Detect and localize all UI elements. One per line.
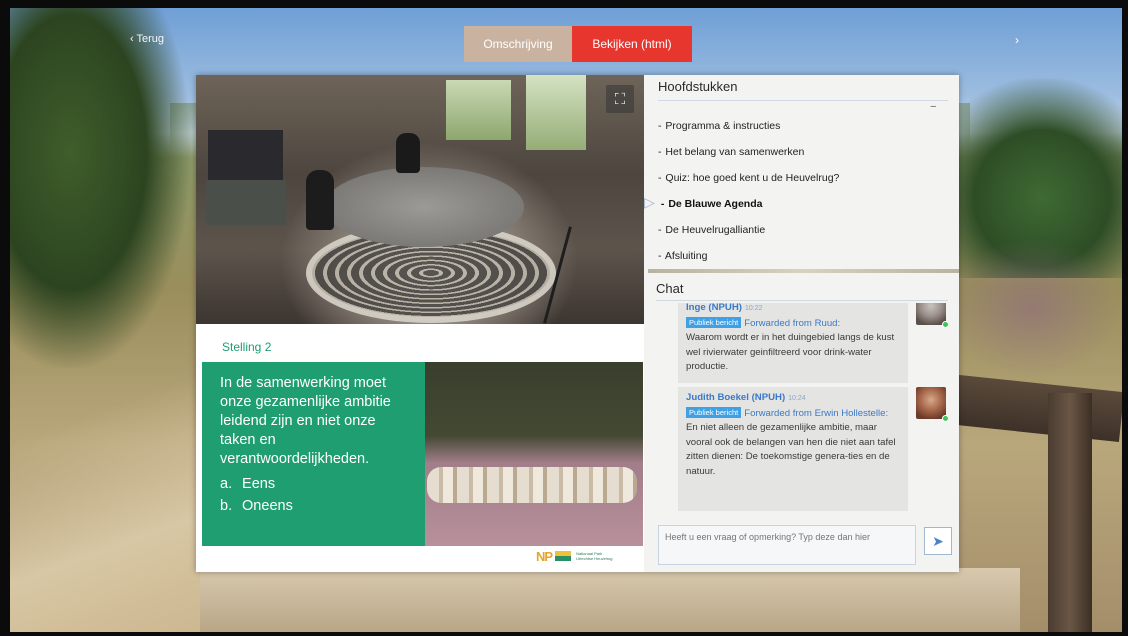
livestream-video[interactable]: ⛶ — [196, 75, 644, 324]
message-text: En niet alleen de gezamenlijke ambitie, … — [686, 422, 896, 477]
presentation-slide: Stelling 2 In de samenwerking moet onze … — [196, 324, 644, 572]
send-icon[interactable]: ➤ — [924, 527, 952, 555]
chapters-header: Hoofdstukken – — [658, 79, 948, 112]
avatar — [916, 387, 948, 422]
chapter-item[interactable]: - Het belang van samenwerken — [658, 145, 839, 171]
message-time: 10:22 — [744, 305, 763, 312]
video-person — [306, 170, 334, 230]
chat-input[interactable] — [658, 525, 916, 565]
public-message-badge: Publiek bericht — [686, 406, 742, 418]
active-chapter-pointer-icon: ▷ — [644, 194, 655, 210]
chapter-item-active[interactable]: ▷ - De Blauwe Agenda — [644, 195, 839, 223]
chat-message: Judith Boekel (NPUH) 10:24 Publiek berich… — [678, 387, 908, 511]
slide-option: b. Oneens — [220, 498, 293, 514]
message-author: Inge (NPUH) — [686, 303, 742, 313]
message-time: 10:24 — [788, 395, 806, 402]
video-window — [526, 75, 586, 150]
video-round-table — [324, 167, 524, 247]
slide-options: a. Eens b. Oneens — [220, 473, 411, 517]
message-text: Waarom wordt er in het duingebied langs … — [686, 332, 895, 372]
video-window — [446, 80, 511, 140]
online-status-icon — [942, 321, 948, 328]
tab-omschrijving[interactable]: Omschrijving — [464, 26, 572, 62]
wooden-fence-rail — [944, 373, 1122, 443]
slide-sheep-photo — [425, 362, 643, 546]
boardwalk — [200, 568, 1020, 632]
tab-bekijken[interactable]: Bekijken (html) — [572, 26, 692, 62]
slide-title: Stelling 2 — [222, 340, 272, 354]
national-park-logo: NP Nationaal Park Utrechtse Heuvelrug — [536, 548, 613, 564]
forwarded-from: Forwarded from Ruud: — [744, 317, 841, 329]
sheep-herd — [427, 467, 637, 503]
chapter-item[interactable]: - De Heuvelrugalliantie — [658, 223, 839, 249]
chat-message: Inge (NPUH) 10:22 Publiek bericht Forwarde… — [678, 303, 908, 383]
video-person — [396, 133, 420, 173]
chapter-item[interactable]: - Quiz: hoe goed kent u de Heuvelrug? — [658, 171, 839, 197]
sidebar: Hoofdstukken – - Programma & instructies… — [644, 75, 959, 572]
video-ottoman — [206, 180, 286, 225]
back-link[interactable]: ‹ Terug — [130, 33, 164, 45]
tree-left — [10, 8, 190, 368]
heath-flowers — [942, 238, 1122, 378]
slide-statement: In de samenwerking moet onze gezamenlijk… — [220, 375, 391, 467]
chapter-list: - Programma & instructies - Het belang v… — [644, 119, 839, 275]
fullscreen-icon[interactable]: ⛶ — [606, 85, 634, 113]
forwarded-from: Forwarded from Erwin Hollestelle: — [744, 407, 889, 419]
slide-statement-box: In de samenwerking moet onze gezamenlijk… — [202, 362, 425, 546]
section-divider — [648, 269, 959, 273]
player-panel: ⛶ Stelling 2 In de samenwerking moet onz… — [196, 75, 959, 572]
slide-option: a. Eens — [220, 476, 276, 492]
message-author: Judith Boekel (NPUH) — [686, 392, 786, 403]
next-arrow-icon[interactable]: › — [1015, 33, 1019, 47]
chapter-item[interactable]: - Programma & instructies — [658, 119, 839, 145]
video-sofa — [208, 130, 283, 185]
chat-messages[interactable]: Inge (NPUH) 10:22 Publiek bericht Forwarde… — [656, 303, 948, 515]
online-status-icon — [942, 415, 948, 422]
collapse-icon[interactable]: – — [930, 101, 936, 112]
wooden-fence-post — [1048, 393, 1092, 632]
public-message-badge: Publiek bericht — [686, 316, 742, 328]
avatar — [916, 303, 948, 328]
chat-header: Chat — [656, 281, 948, 301]
